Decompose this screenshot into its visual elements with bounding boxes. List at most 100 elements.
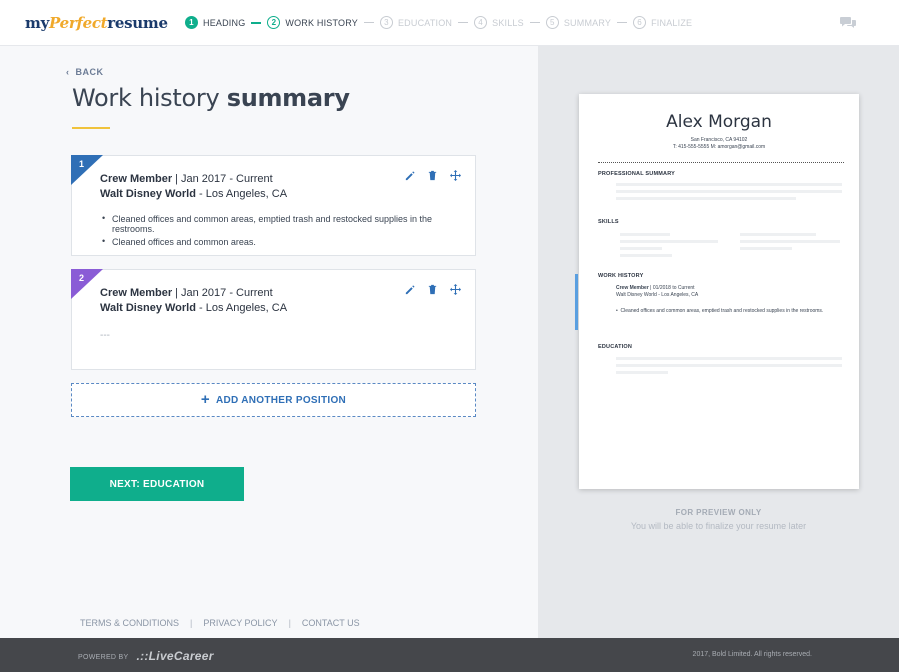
faint-text-line <box>616 371 668 374</box>
step-education[interactable]: 3 EDUCATION <box>379 16 452 29</box>
step-label: HEADING <box>203 17 246 28</box>
chat-bubbles-icon[interactable] <box>840 16 856 29</box>
step-connector <box>529 22 540 23</box>
step-heading[interactable]: 1 HEADING <box>185 16 245 29</box>
ribbon-corner <box>71 155 103 185</box>
progress-steps: 1 HEADING 2 WORK HISTORY 3 EDUCATION 4 S… <box>185 16 692 29</box>
livecareer-logo[interactable]: .::LiveCareer <box>136 649 213 663</box>
add-position-button[interactable]: + ADD ANOTHER POSITION <box>71 383 476 417</box>
top-header: myPerfectresume 1 HEADING 2 WORK HISTORY… <box>0 0 899 46</box>
step-label: WORK HISTORY <box>285 17 358 28</box>
resume-work-title: Crew Member <box>616 285 649 291</box>
page-title: Work history summary <box>72 84 350 112</box>
next-education-button[interactable]: NEXT: EDUCATION <box>70 467 244 501</box>
faint-text-line <box>620 240 718 243</box>
resume-summary-heading: PROFESSIONAL SUMMARY <box>598 171 676 177</box>
resume-work-bullet: Cleaned offices and common areas, emptie… <box>620 308 824 314</box>
faint-text-line <box>616 197 796 200</box>
resume-education-heading: EDUCATION <box>598 344 633 350</box>
faint-text-line <box>616 364 842 367</box>
resume-work-title-line: Crew Member | 01/2018 to Current <box>616 285 695 291</box>
privacy-link[interactable]: PRIVACY POLICY <box>203 618 277 628</box>
location: Los Angeles, CA <box>205 188 288 200</box>
step-number: 1 <box>185 16 198 29</box>
edit-pencil-icon[interactable] <box>404 282 415 295</box>
resume-work-bullet-row: • Cleaned offices and common areas, empt… <box>616 308 824 314</box>
back-label: BACK <box>75 67 104 77</box>
step-connector <box>458 22 469 23</box>
card-actions <box>404 282 461 295</box>
title-bold: summary <box>226 84 350 112</box>
job-bullets: Cleaned offices and common areas, emptie… <box>100 213 475 250</box>
logo-part-perfect: Perfect <box>49 14 108 32</box>
resume-divider <box>598 162 844 163</box>
contact-link[interactable]: CONTACT US <box>302 618 360 628</box>
delete-trash-icon[interactable] <box>427 168 438 181</box>
faint-text-line <box>616 357 842 360</box>
position-card[interactable]: 2 Crew Member | Jan 2017 - Current Walt Di… <box>71 269 476 370</box>
resume-work-employer: Walt Disney World - Los Angeles, CA <box>616 292 699 298</box>
faint-text-line <box>620 254 672 257</box>
terms-link[interactable]: TERMS & CONDITIONS <box>80 618 179 628</box>
plus-icon: + <box>200 390 210 408</box>
add-position-label: ADD ANOTHER POSITION <box>215 394 347 406</box>
bottom-bar: POWERED BY .::LiveCareer 2017, Bold Limi… <box>0 638 899 672</box>
step-summary[interactable]: 5 SUMMARY <box>545 16 611 29</box>
resume-work-heading: WORK HISTORY <box>598 273 644 279</box>
job-title-line: Crew Member | Jan 2017 - Current <box>100 287 273 299</box>
job-title-line: Crew Member | Jan 2017 - Current <box>100 173 273 185</box>
step-number: 3 <box>379 16 393 29</box>
edit-pencil-icon[interactable] <box>404 168 415 181</box>
powered-by: POWERED BY .::LiveCareer <box>78 649 214 663</box>
faint-text-line <box>740 233 816 236</box>
step-finalize[interactable]: 6 FINALIZE <box>633 16 692 29</box>
copyright: 2017, Bold Limited. All rights reserved. <box>692 651 812 658</box>
move-arrows-icon[interactable] <box>450 282 461 295</box>
resume-address: San Francisco, CA 94102 <box>690 137 748 143</box>
empty-description-placeholder: --- <box>100 330 110 341</box>
preview-note-title: FOR PREVIEW ONLY <box>675 508 762 517</box>
job-title: Crew Member <box>100 287 173 299</box>
resume-name: Alex Morgan <box>666 112 772 132</box>
step-number: 4 <box>474 16 488 29</box>
position-number: 1 <box>79 159 85 169</box>
active-section-indicator <box>575 274 578 330</box>
step-label: FINALIZE <box>651 17 693 28</box>
faint-text-line <box>616 190 842 193</box>
list-item: Cleaned offices and common areas, emptie… <box>100 213 475 234</box>
resume-preview-panel: Alex Morgan San Francisco, CA 94102 T: 4… <box>538 46 899 638</box>
card-actions <box>404 168 461 181</box>
footer-links: TERMS & CONDITIONS | PRIVACY POLICY | CO… <box>80 618 360 628</box>
employer-line: Walt Disney World - Los Angeles, CA <box>100 302 288 314</box>
job-title: Crew Member <box>100 173 173 185</box>
employer: Walt Disney World <box>100 302 196 314</box>
location: Los Angeles, CA <box>205 302 288 314</box>
title-light: Work history <box>72 84 220 112</box>
ribbon-corner <box>71 269 103 299</box>
logo[interactable]: myPerfectresume <box>25 14 168 32</box>
faint-text-line <box>620 233 670 236</box>
delete-trash-icon[interactable] <box>427 282 438 295</box>
employer-line: Walt Disney World - Los Angeles, CA <box>100 188 288 200</box>
faint-text-line <box>616 183 842 186</box>
preview-note-subtitle: You will be able to finalize your resume… <box>630 521 807 531</box>
job-dates: Jan 2017 - Current <box>181 173 273 185</box>
step-work-history[interactable]: 2 WORK HISTORY <box>267 16 358 29</box>
title-underline <box>72 127 110 129</box>
resume-work-dates: 01/2018 to Current <box>652 285 695 291</box>
step-number: 5 <box>545 16 559 29</box>
back-link[interactable]: ‹ BACK <box>66 67 104 77</box>
powered-by-label: POWERED BY <box>78 653 129 661</box>
employer: Walt Disney World <box>100 188 196 200</box>
step-number: 2 <box>267 16 281 29</box>
resume-preview-document: Alex Morgan San Francisco, CA 94102 T: 4… <box>579 94 859 489</box>
resume-contact: T: 415-555-5555 M: amorgan@gmail.com <box>672 144 766 150</box>
step-skills[interactable]: 4 SKILLS <box>474 16 524 29</box>
faint-text-line <box>740 247 792 250</box>
logo-part-my: my <box>25 14 49 32</box>
position-card[interactable]: 1 Crew Member | Jan 2017 - Current Walt Di… <box>71 155 476 256</box>
resume-skills-heading: SKILLS <box>598 219 619 225</box>
position-number: 2 <box>79 273 85 283</box>
move-arrows-icon[interactable] <box>450 168 461 181</box>
faint-text-line <box>620 247 662 250</box>
